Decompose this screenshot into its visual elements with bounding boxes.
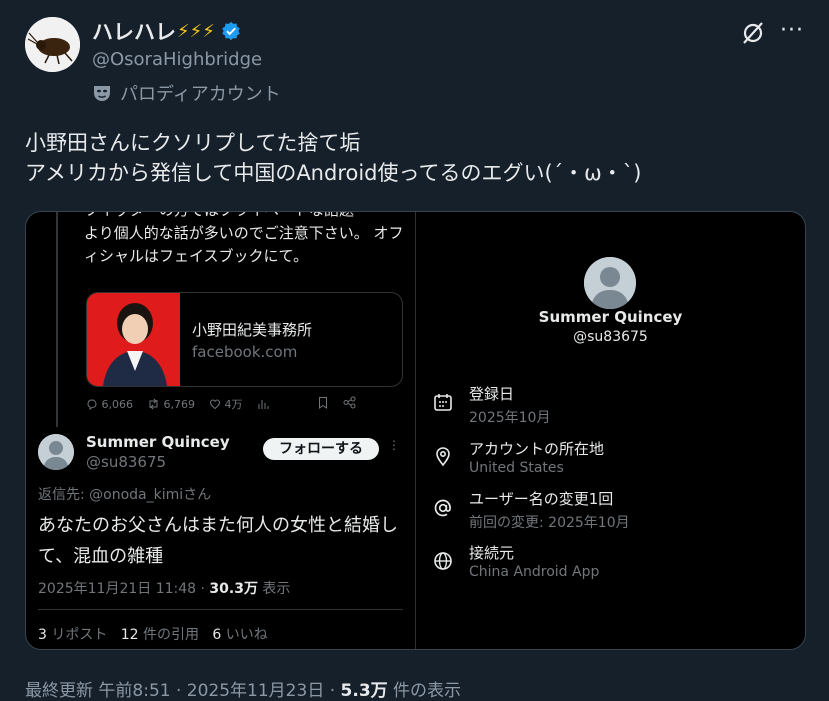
quoted-bio-text: ツイッターの方ではプライベートな話題 より個人的な話が多いのでご注意下さい。 オ… [84, 212, 404, 268]
reply-stats: 3 リポスト 12 件の引用 6 いいね [38, 624, 268, 644]
more-options-icon[interactable]: ··· [780, 18, 804, 43]
reply-quotes-label: 件の引用 [138, 627, 200, 643]
repost-action: 6,769 [147, 398, 195, 411]
reply-body: あなたのお父さんはまた何人の女性と結婚して、混血の雑種 [38, 515, 398, 567]
share-action [343, 396, 356, 412]
like-action: 4万 [209, 396, 243, 412]
repost-count: 6,769 [163, 397, 196, 411]
panel-divider [415, 212, 416, 649]
parody-label-row: パロディアカウント [92, 80, 281, 106]
quoted-bio-cut-line: ツイッターの方ではプライベートな話題 [84, 212, 404, 222]
username-change-label: ユーザー名の変更1回 [469, 490, 614, 508]
link-card-photo [87, 293, 180, 386]
reply-count: 6,066 [101, 397, 134, 411]
reply-more-icon: ⋮ [388, 438, 400, 452]
link-card: 小野田紀美事務所 facebook.com [86, 292, 403, 387]
profile-avatar [584, 257, 636, 309]
connected-via-value: China Android App [469, 564, 600, 580]
reply-views: 30.3万 [209, 581, 258, 597]
follow-button: フォローする [263, 438, 379, 460]
globe-icon [434, 552, 452, 570]
repost-icon [149, 398, 158, 409]
heart-icon [209, 399, 221, 410]
joined-value: 2025年10月 [469, 410, 551, 426]
reply-likes-label: いいね [221, 627, 268, 643]
verified-badge-icon [222, 21, 240, 41]
reply-divider [38, 609, 403, 610]
analytics-icon [258, 399, 268, 409]
reply-likes-count: 6 [212, 627, 222, 643]
quoted-bio-body: より個人的な話が多いのでご注意下さい。 オフィシャルはフェイスブックにて。 [84, 224, 404, 265]
thread-line [56, 212, 58, 427]
link-domain: facebook.com [192, 343, 298, 361]
location-value: United States [469, 460, 564, 476]
view-count: 5.3万 [340, 681, 388, 701]
reply-to-label: 返信先: @onoda_kimiさん [38, 487, 212, 503]
reply-quotes-count: 12 [120, 627, 139, 643]
views-action [257, 398, 269, 411]
parody-label: パロディアカウント [120, 84, 281, 105]
tweet-text: 小野田さんにクソリプしてた捨て垢 アメリカから発信して中国のAndroid使って… [25, 128, 641, 188]
reply-author-handle: @su83675 [86, 453, 167, 471]
reply-meta: 2025年11月21日 11:48 · 30.3万 表示 [38, 578, 290, 598]
reply-time: 2025年11月21日 11:48 · [38, 581, 210, 597]
reply-author-name: Summer Quincey [86, 433, 230, 451]
reply-views-label: 表示 [257, 581, 291, 597]
link-title: 小野田紀美事務所 [192, 321, 313, 339]
parody-mask-icon [94, 86, 110, 101]
calendar-icon [434, 394, 452, 411]
reply-reposts-label: リポスト [46, 627, 108, 643]
reply-action: 6,066 [86, 398, 133, 411]
profile-name: Summer Quincey [538, 308, 683, 326]
author-name-row[interactable]: ハレハレ ⚡⚡⚡ [92, 16, 241, 46]
author-name[interactable]: ハレハレ [92, 16, 176, 46]
tweet-text-line2: アメリカから発信して中国のAndroid使ってるのエグい(´・ω・`) [25, 161, 642, 185]
tweet-footer: 最終更新 午前8:51 · 2025年11月23日 · 5.3万 件の表示 [25, 676, 461, 701]
bookmark-icon [318, 397, 327, 409]
quoted-action-bar: 6,066 6,769 4万 [86, 396, 396, 412]
location-pin-icon [436, 447, 450, 467]
joined-label: 登録日 [469, 385, 515, 403]
attached-image[interactable]: ツイッターの方ではプライベートな話題 より個人的な話が多いのでご注意下さい。 オ… [25, 211, 806, 650]
like-count: 4万 [224, 398, 243, 411]
last-updated[interactable]: 最終更新 午前8:51 · 2025年11月23日 · [25, 681, 341, 701]
bookmark-action [317, 396, 329, 412]
reply-reposts-count: 3 [38, 627, 47, 643]
connected-via-label: 接続元 [469, 544, 515, 562]
author-avatar[interactable] [25, 17, 80, 72]
share-icon [343, 396, 355, 409]
tweet-text-line1: 小野田さんにクソリプしてた捨て垢 [25, 131, 361, 155]
username-change-value: 前回の変更: 2025年10月 [469, 515, 630, 531]
at-sign-icon [434, 499, 451, 517]
profile-handle: @su83675 [573, 329, 648, 345]
reply-icon [87, 398, 97, 410]
author-handle[interactable]: @OsoraHighbridge [92, 49, 262, 70]
reply-author-avatar [38, 434, 74, 470]
grok-icon[interactable] [740, 20, 766, 46]
location-label: アカウントの所在地 [469, 440, 605, 458]
view-count-label: 件の表示 [387, 681, 462, 701]
bolt-emoji: ⚡⚡⚡ [177, 20, 215, 42]
